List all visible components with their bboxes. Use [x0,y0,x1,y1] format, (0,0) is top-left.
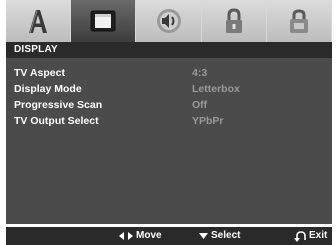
menu-row-value: Off [192,99,208,111]
panel-title: DISPLAY [6,42,332,58]
tab-others[interactable] [266,0,333,42]
menu-row-label: Progressive Scan [14,99,103,111]
language-a-icon [29,10,48,34]
menu-row-label: TV Aspect [14,67,65,79]
exit-hint: Exit [294,227,327,245]
display-settings-panel: DISPLAY TV Aspect 4:3 Display Mode Lette… [6,42,332,224]
menu-row-value: 4:3 [192,67,208,79]
menu-row-label: TV Output Select [14,115,99,127]
tab-audio[interactable] [136,0,202,42]
other-settings-icon [289,9,308,33]
lock-icon [225,8,242,33]
menu-row-label: Display Mode [14,83,82,95]
category-tab-bar [6,0,333,42]
return-arrow-icon [294,230,306,242]
exit-hint-label: Exit [309,230,328,241]
navigation-hint-bar: Move Select Exit [6,227,332,245]
tab-display[interactable] [71,0,137,42]
move-hint: Move [119,227,162,245]
menu-row-tv-aspect[interactable]: TV Aspect 4:3 [6,65,332,81]
menu-row-display-mode[interactable]: Display Mode Letterbox [6,81,332,97]
audio-speaker-icon [156,9,181,33]
tab-lock[interactable] [201,0,267,42]
left-right-arrows-icon [119,232,133,240]
select-hint-label: Select [211,230,241,241]
down-arrow-icon [199,233,208,239]
menu-row-tv-output-select[interactable]: TV Output Select YPbPr [6,113,332,129]
menu-row-value: Letterbox [192,83,240,95]
menu-row-progressive-scan[interactable]: Progressive Scan Off [6,97,332,113]
display-screen-icon [90,10,116,32]
move-hint-label: Move [136,230,162,241]
menu-row-value: YPbPr [192,115,224,127]
osd-setup-menu: DISPLAY TV Aspect 4:3 Display Mode Lette… [6,0,333,245]
tab-language[interactable] [6,0,72,42]
select-hint: Select [199,227,240,245]
